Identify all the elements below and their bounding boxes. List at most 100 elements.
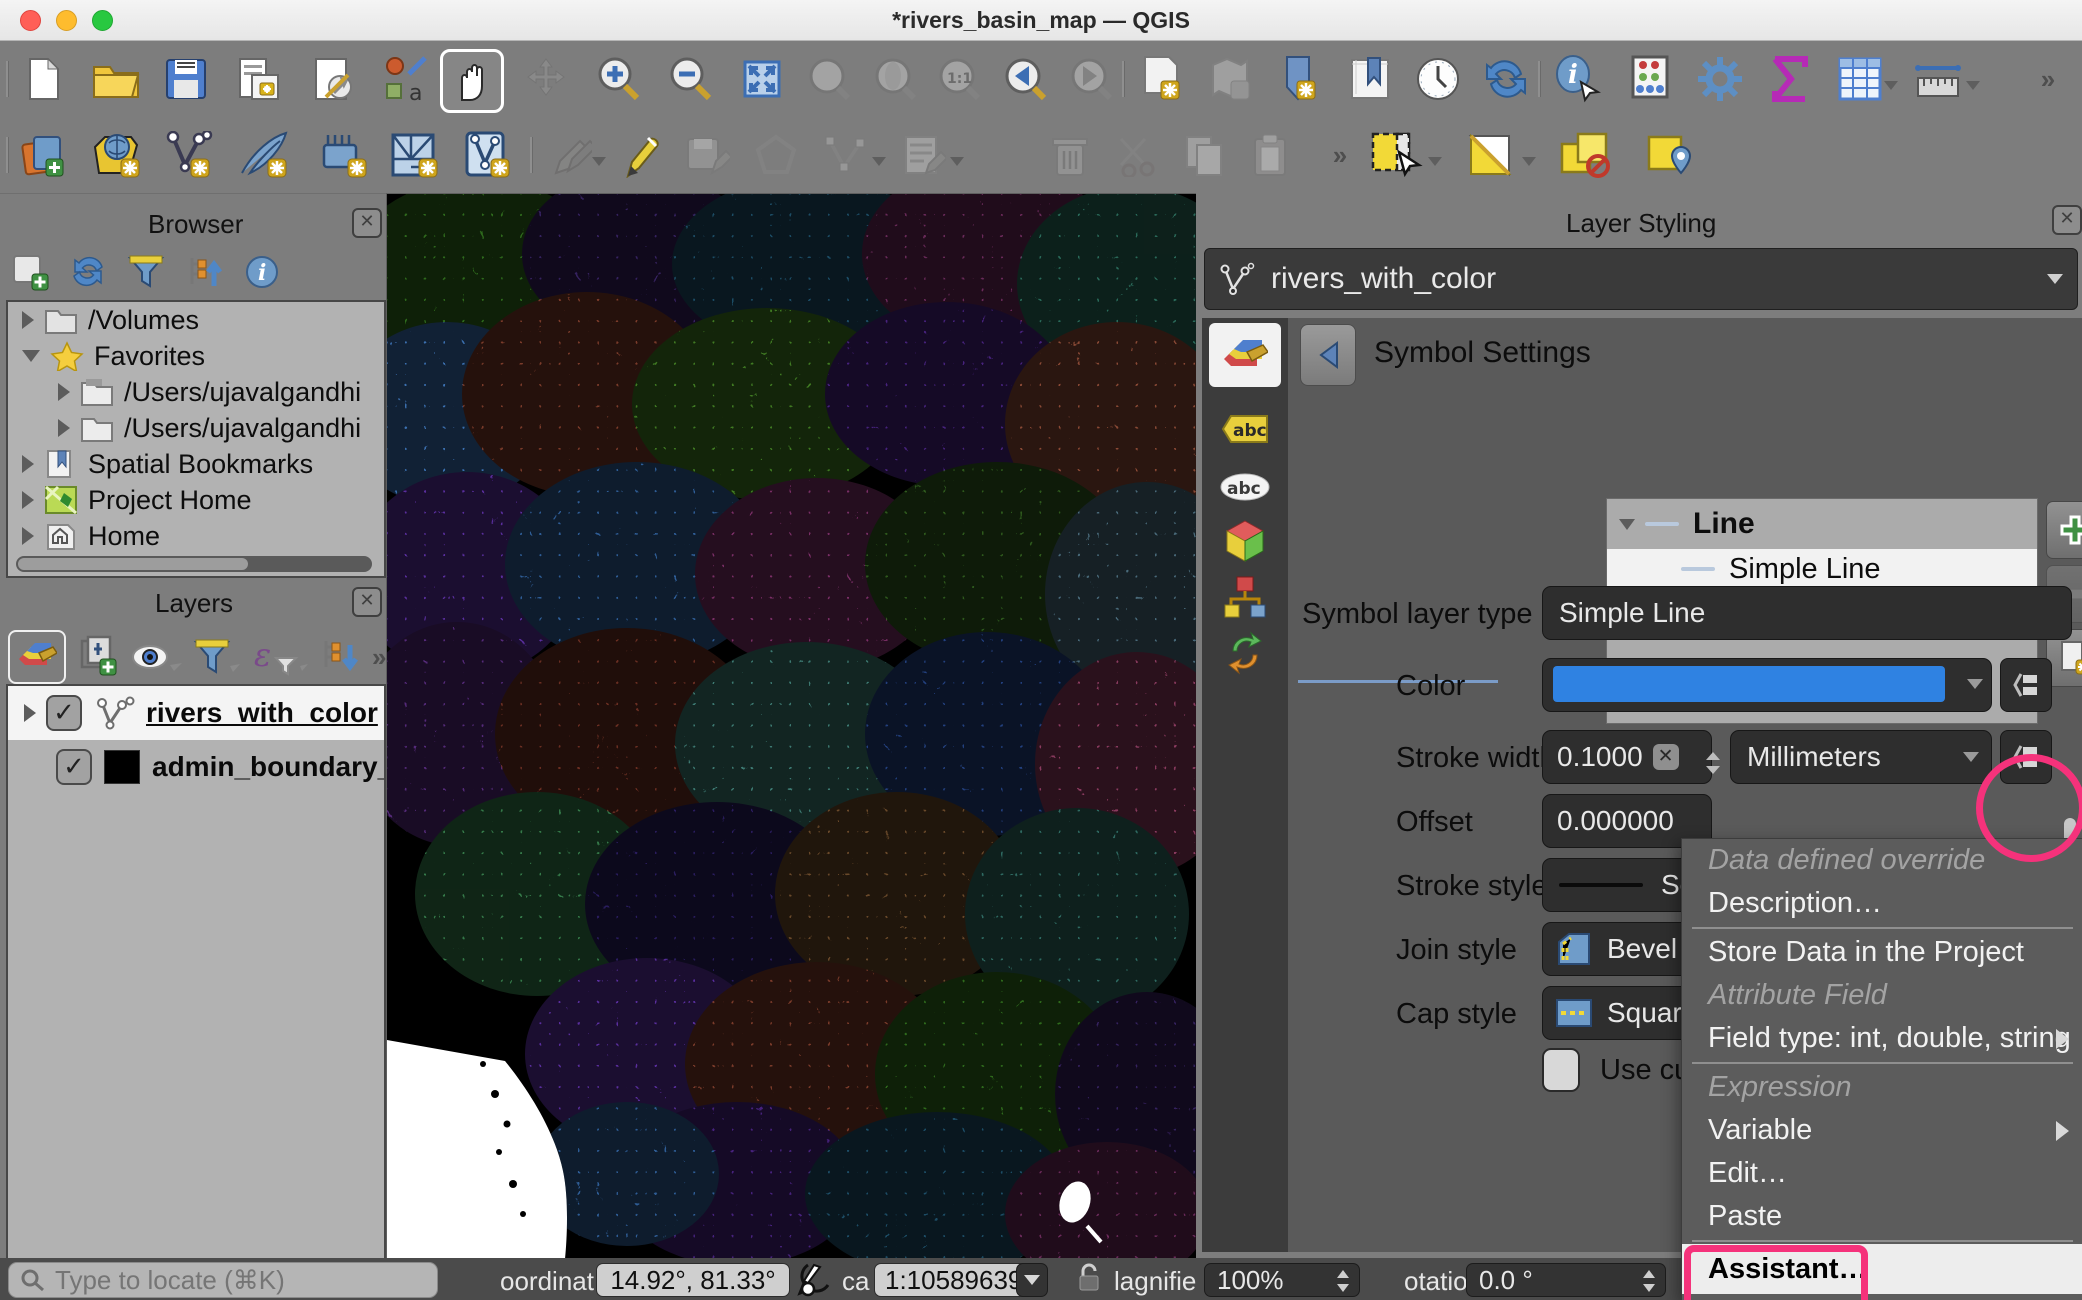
pan-map-tool[interactable] [440,49,504,113]
menu-item-edit[interactable]: Edit… [1682,1152,2082,1195]
select-by-value-icon[interactable] [1556,127,1612,183]
paste-features-icon[interactable] [1244,127,1300,183]
deselect-features-icon[interactable] [1462,127,1518,183]
delete-selected-icon[interactable] [1042,127,1098,183]
expand-collapse-tree-icon[interactable] [318,635,362,679]
expander-icon[interactable] [22,455,34,473]
manage-visibility-icon[interactable] [130,637,182,677]
show-statistics-icon[interactable] [1762,51,1818,107]
select-features-icon[interactable] [1368,127,1424,183]
new-map-view-icon[interactable] [1132,51,1188,107]
measure-line-icon[interactable] [1910,51,1966,107]
new-project-icon[interactable] [16,51,72,107]
identify-features-icon[interactable]: i [1548,51,1604,107]
browser-item-project-home[interactable]: Project Home [8,482,384,518]
toolbar2-overflow[interactable]: » [1312,127,1368,183]
modify-attributes-icon[interactable] [896,127,952,183]
statistical-summary-icon[interactable] [1622,51,1678,107]
layer-checkbox[interactable]: ✓ [56,749,92,785]
new-shapefile-layer-icon[interactable] [160,127,216,183]
symbol-layer-type-field[interactable]: Simple Line [1542,586,2072,640]
expander-icon[interactable] [58,419,70,437]
filter-legend-icon[interactable] [192,636,242,678]
add-polygon-feature-icon[interactable] [748,127,804,183]
back-button[interactable] [1300,324,1356,386]
select-by-location-icon[interactable] [1640,127,1696,183]
current-edits-icon[interactable] [542,127,598,183]
refresh-map-icon[interactable] [1478,51,1534,107]
zoom-to-selection-icon[interactable] [800,51,856,107]
color-field[interactable] [1542,658,1992,712]
toolbar1-overflow[interactable]: » [2020,51,2076,107]
rotation-spinner[interactable] [1641,1270,1657,1292]
magnifier-value[interactable]: 100% [1204,1263,1360,1297]
open-project-icon[interactable] [88,51,144,107]
menu-item-field-type[interactable]: Field type: int, double, string [1682,1017,2082,1060]
menu-item-variable[interactable]: Variable [1682,1109,2082,1152]
tab-symbology[interactable] [1209,323,1281,387]
stroke-width-spinbox[interactable]: 0.1000 ✕ [1542,730,1712,784]
tab-history[interactable] [1209,624,1281,682]
toggle-editing-icon[interactable] [612,127,668,183]
coordinate-value[interactable]: 14.92°, 81.33° [596,1263,790,1297]
browser-item-user-folder[interactable]: /Users/ujavalgandhi [8,374,384,410]
browser-item-home[interactable]: Home [8,518,384,554]
zoom-in-icon[interactable] [590,51,646,107]
browser-item-user-folder[interactable]: /Users/ujavalgandhi [8,410,384,446]
browser-hscrollbar[interactable] [16,556,372,572]
magnifier-spinner[interactable] [1335,1270,1351,1292]
cut-features-icon[interactable] [1110,127,1166,183]
lock-scale-icon[interactable] [1076,1262,1102,1294]
show-layout-manager-icon[interactable] [306,51,362,107]
menu-item-assistant[interactable]: Assistant… [1682,1244,2082,1294]
browser-panel-close-icon[interactable]: ✕ [352,208,382,238]
style-manager-icon[interactable]: a [378,51,434,107]
expander-icon[interactable] [58,383,70,401]
stroke-width-data-defined-override-button[interactable] [2000,730,2052,784]
vertex-tool-icon[interactable] [818,127,874,183]
menu-item-store-data-in-project[interactable]: Store Data in the Project [1682,931,2082,974]
close-window-button[interactable] [20,10,41,31]
locate-input[interactable] [53,1264,417,1297]
measure-dropdown[interactable] [1966,81,1980,90]
expander-icon[interactable] [22,491,34,509]
attribute-table-dropdown[interactable] [1884,81,1898,90]
clear-value-icon[interactable]: ✕ [1653,744,1679,770]
expander-icon[interactable] [22,311,34,329]
locate-box[interactable] [8,1262,438,1298]
zoom-full-icon[interactable] [734,51,790,107]
new-temporary-scratch-layer-icon[interactable] [314,127,370,183]
tab-masks[interactable]: abc [1209,456,1281,514]
browser-item-volumes[interactable]: /Volumes [8,302,384,338]
new-spatial-bookmark-icon[interactable] [1272,51,1328,107]
processing-toolbox-icon[interactable] [1692,51,1748,107]
layer-styling-close-icon[interactable]: ✕ [2052,205,2082,235]
color-data-defined-override-button[interactable] [2000,658,2052,712]
save-project-icon[interactable] [158,51,214,107]
use-custom-dash-checkbox[interactable] [1542,1048,1580,1092]
browser-filter-icon[interactable] [126,252,166,292]
filter-expression-icon[interactable]: ε [252,636,308,678]
current-edits-dropdown[interactable] [592,157,606,166]
symbol-tree-simple-line[interactable]: Simple Line [1607,549,2037,589]
tab-labels[interactable]: abc [1209,400,1281,458]
open-attribute-table-icon[interactable] [1832,51,1888,107]
browser-item-favorites[interactable]: Favorites [8,338,384,374]
map-canvas[interactable] [386,193,1197,1259]
pan-to-selection-icon[interactable] [518,51,574,107]
copy-features-icon[interactable] [1176,127,1232,183]
minimize-window-button[interactable] [56,10,77,31]
layer-row-admin-boundary[interactable]: ✓ admin_boundary_1 [8,740,384,794]
zoom-out-icon[interactable] [662,51,718,107]
new-print-layout-icon[interactable] [232,51,288,107]
scale-dropdown[interactable] [1016,1263,1048,1297]
collapse-all-icon[interactable] [184,252,224,292]
new-geopackage-layer-icon[interactable] [88,127,144,183]
scale-value[interactable]: 1:10589639 [874,1263,1028,1297]
expander-icon[interactable] [22,527,34,545]
data-source-manager-icon[interactable] [16,127,72,183]
deselect-features-dropdown[interactable] [1522,157,1536,166]
modify-attributes-dropdown[interactable] [950,157,964,166]
layer-checkbox[interactable]: ✓ [46,695,82,731]
zoom-window-button[interactable] [92,10,113,31]
